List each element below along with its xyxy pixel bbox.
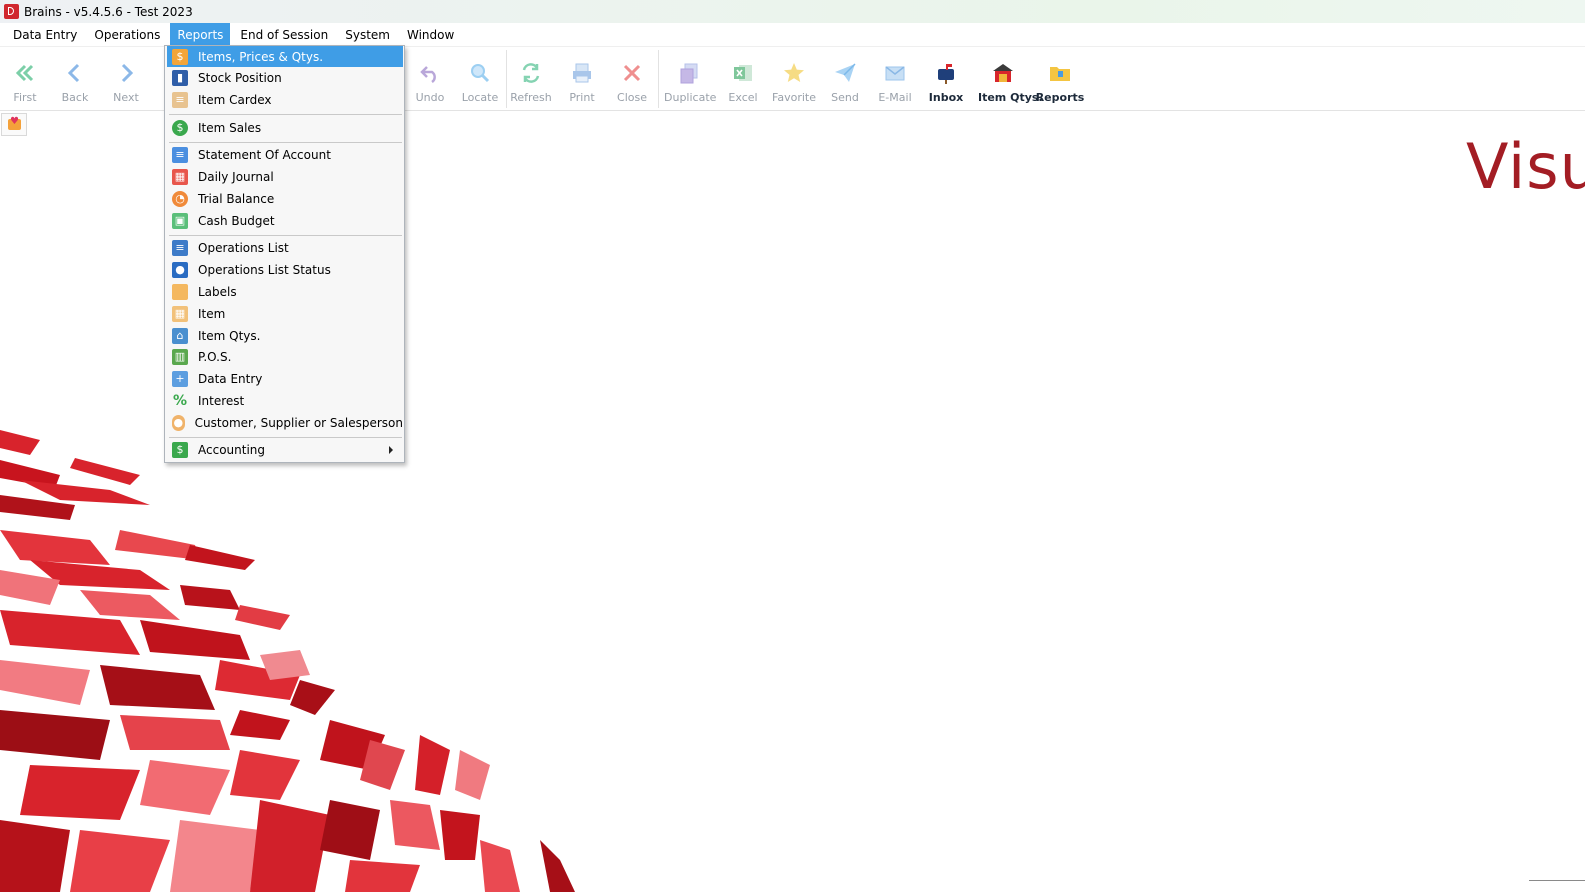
star-icon: [782, 61, 806, 85]
title-bar: Brains - v5.4.5.6 - Test 2023: [0, 0, 1585, 23]
magnifier-icon: [468, 61, 492, 85]
close-icon: [620, 61, 644, 85]
favorite-folder-icon: [8, 116, 21, 130]
app-logo-icon: [4, 4, 19, 19]
divider: [1529, 880, 1585, 881]
inbox-button[interactable]: Inbox: [921, 55, 971, 105]
folder-icon: [1048, 61, 1072, 85]
undo-icon: [418, 61, 442, 85]
label-icon: [172, 283, 188, 300]
menu-item-data-entry[interactable]: + Data Entry: [167, 368, 403, 389]
print-button[interactable]: Print: [557, 55, 607, 105]
favorite-button[interactable]: Favorite: [769, 55, 819, 105]
favorites-tab[interactable]: [1, 113, 27, 136]
toolbar-separator: [658, 50, 659, 108]
menu-item-labels[interactable]: Labels: [167, 281, 403, 302]
item-qtys-button[interactable]: Item Qtys.: [978, 55, 1043, 105]
window-title: Brains - v5.4.5.6 - Test 2023: [24, 4, 193, 19]
menu-item-daily-journal[interactable]: ▦ Daily Journal: [167, 166, 403, 187]
price-tag-icon: $: [172, 48, 188, 65]
menu-item-interest[interactable]: % Interest: [167, 390, 403, 411]
menu-operations[interactable]: Operations: [87, 23, 167, 46]
envelope-icon: [883, 61, 907, 85]
refresh-button[interactable]: Refresh: [506, 55, 556, 105]
status-list-icon: ●: [172, 261, 188, 278]
undo-button[interactable]: Undo: [405, 55, 455, 105]
chevron-right-icon: [114, 61, 138, 85]
menu-separator: [169, 114, 402, 115]
warehouse-icon: ⌂: [172, 327, 188, 344]
menu-item-items-prices-qtys[interactable]: $ Items, Prices & Qtys.: [167, 46, 403, 67]
menu-item-pos[interactable]: ▥ P.O.S.: [167, 346, 403, 367]
chevron-left-icon: [63, 61, 87, 85]
add-document-icon: +: [172, 370, 188, 387]
calendar-icon: ▦: [172, 168, 188, 185]
submenu-arrow-icon: [389, 446, 393, 454]
menu-separator: [169, 437, 402, 438]
mailbox-icon: [934, 61, 958, 85]
menu-reports[interactable]: Reports: [170, 23, 231, 46]
menu-item-trial-balance[interactable]: ◔ Trial Balance: [167, 188, 403, 209]
menu-item-operations-list-status[interactable]: ● Operations List Status: [167, 259, 403, 280]
reports-dropdown-menu: $ Items, Prices & Qtys. ▮ Stock Position…: [164, 45, 405, 463]
percent-icon: %: [172, 392, 188, 409]
menu-item-accounting[interactable]: $ Accounting: [167, 439, 403, 460]
paper-plane-icon: [833, 61, 857, 85]
menu-system[interactable]: System: [338, 23, 397, 46]
background-art: [0, 430, 575, 892]
locate-button[interactable]: Locate: [455, 55, 505, 105]
list-icon: ≡: [172, 239, 188, 256]
excel-icon: [731, 61, 755, 85]
menu-data-entry[interactable]: Data Entry: [6, 23, 84, 46]
email-button[interactable]: E-Mail: [870, 55, 920, 105]
person-icon: ●: [172, 414, 185, 431]
warehouse-icon: [991, 61, 1015, 85]
pie-chart-icon: ◔: [172, 190, 188, 207]
first-button[interactable]: First: [0, 55, 50, 105]
menu-item-cash-budget[interactable]: ▣ Cash Budget: [167, 210, 403, 231]
gift-icon: ▣: [172, 212, 188, 229]
menu-separator: [169, 142, 402, 143]
box-icon: ▦: [172, 305, 188, 322]
menu-separator: [169, 235, 402, 236]
back-button[interactable]: Back: [50, 55, 100, 105]
double-chevron-left-icon: [13, 61, 37, 85]
menu-item-item-qtys[interactable]: ⌂ Item Qtys.: [167, 325, 403, 346]
close-button[interactable]: Close: [607, 55, 657, 105]
statement-icon: ≡: [172, 146, 188, 163]
menu-item-operations-list[interactable]: ≡ Operations List: [167, 237, 403, 258]
menu-item-stock-position[interactable]: ▮ Stock Position: [167, 67, 403, 88]
menu-item-item-sales[interactable]: $ Item Sales: [167, 117, 403, 138]
shop-icon: ▥: [172, 348, 188, 365]
stock-icon: ▮: [172, 69, 188, 86]
menu-item-customer-supplier-salesperson[interactable]: ● Customer, Supplier or Salesperson: [167, 412, 403, 433]
reports-button[interactable]: Reports: [1035, 55, 1085, 105]
menu-item-statement-of-account[interactable]: ≡ Statement Of Account: [167, 144, 403, 165]
dollar-icon: $: [172, 441, 188, 458]
excel-button[interactable]: Excel: [718, 55, 768, 105]
next-button[interactable]: Next: [101, 55, 151, 105]
money-bag-icon: $: [172, 119, 188, 136]
brand-text: Visu: [1466, 130, 1585, 203]
menu-item-item-cardex[interactable]: ≡ Item Cardex: [167, 89, 403, 110]
duplicate-button[interactable]: Duplicate: [664, 55, 716, 105]
menu-bar: Data Entry Operations Reports End of Ses…: [0, 23, 1585, 46]
menu-window[interactable]: Window: [400, 23, 461, 46]
send-button[interactable]: Send: [820, 55, 870, 105]
refresh-icon: [519, 61, 543, 85]
menu-end-of-session[interactable]: End of Session: [233, 23, 335, 46]
printer-icon: [570, 61, 594, 85]
duplicate-icon: [677, 61, 701, 85]
clipboard-icon: ≡: [172, 91, 188, 108]
menu-item-item[interactable]: ▦ Item: [167, 303, 403, 324]
